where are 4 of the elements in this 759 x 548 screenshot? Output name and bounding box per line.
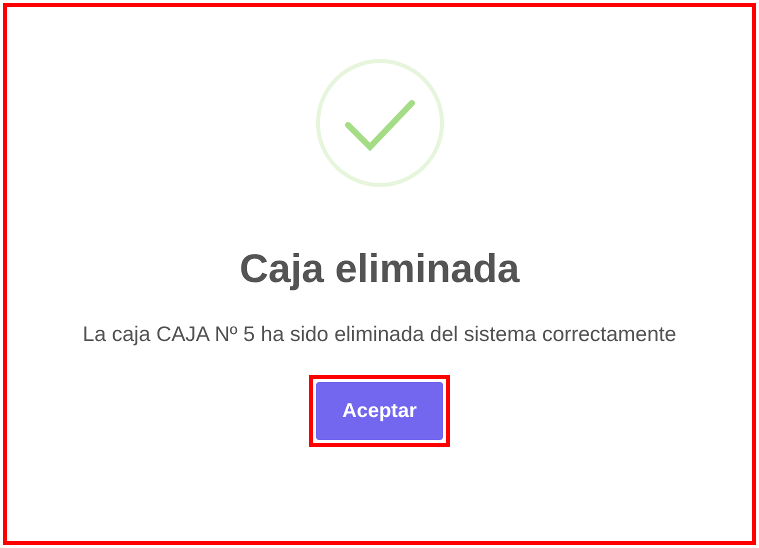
dialog-title: Caja eliminada [239,249,520,289]
accept-button[interactable]: Aceptar [316,382,443,440]
dialog-message: La caja CAJA Nº 5 ha sido eliminada del sistema correctamente [82,322,678,348]
success-check-icon [314,57,446,189]
